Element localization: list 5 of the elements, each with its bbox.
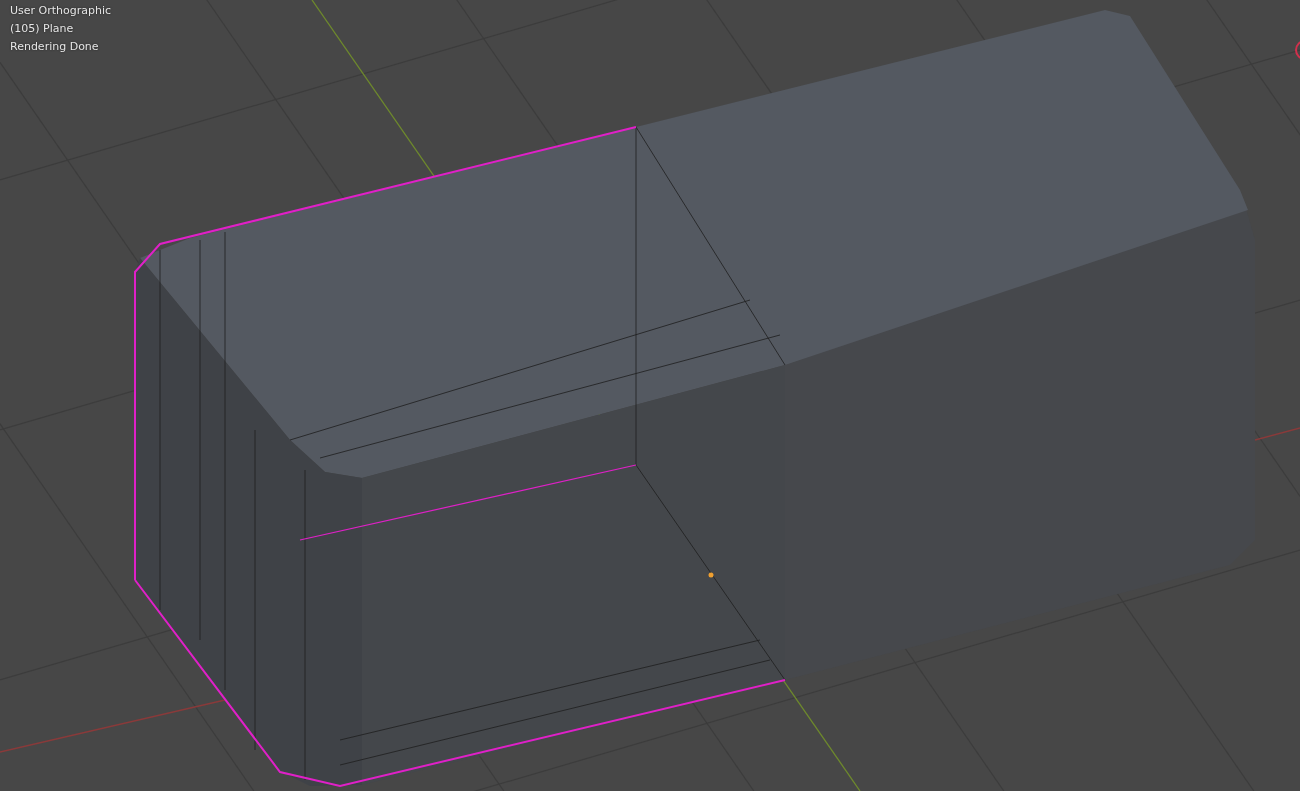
viewport-info-text: Rendering Done [10,39,100,55]
viewport-info-text: (105) Plane [10,21,75,37]
x-axis-line [1254,427,1300,441]
origin-dot [708,572,714,578]
viewport-info-text: User Orthographic [10,3,112,19]
